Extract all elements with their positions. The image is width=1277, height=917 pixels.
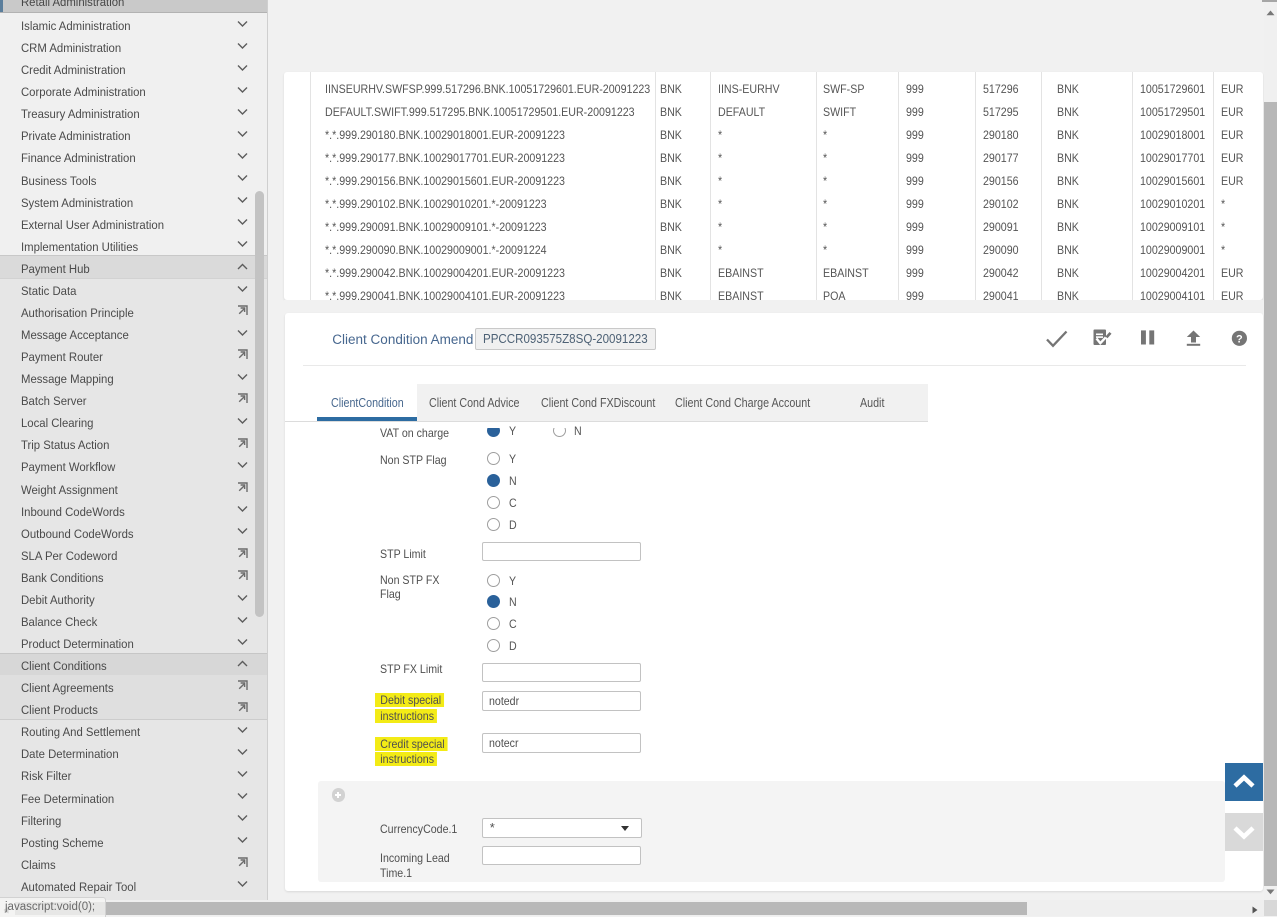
svg-text:?: ? [1236, 333, 1243, 345]
